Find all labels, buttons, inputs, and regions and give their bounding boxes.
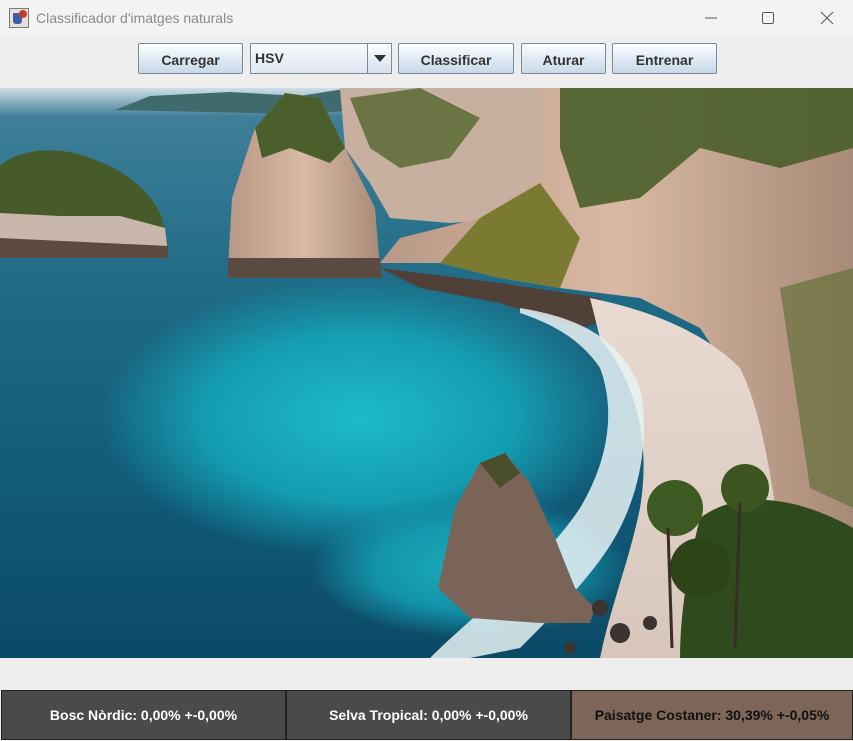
minimize-button[interactable] [688,4,734,32]
stop-button[interactable]: Aturar [521,43,606,74]
dropdown-arrow-button[interactable] [367,44,391,73]
train-button[interactable]: Entrenar [612,43,717,74]
color-space-select[interactable]: HSV [250,43,392,74]
color-space-selected-value: HSV [255,50,284,66]
title-bar: Classificador d'imatges naturals [0,0,853,36]
maximize-icon [762,12,774,24]
close-icon [820,11,834,25]
result-tropical-jungle: Selva Tropical: 0,00% +-0,00% [286,690,571,740]
loaded-image [0,88,853,658]
minimize-icon [705,17,717,19]
coastal-landscape-image [0,88,853,658]
classify-button[interactable]: Classificar [398,43,514,74]
java-app-icon [9,8,29,28]
maximize-button[interactable] [745,4,791,32]
window-title: Classificador d'imatges naturals [36,10,234,26]
chevron-down-icon [373,54,386,62]
result-coastal-landscape: Paisatge Costaner: 30,39% +-0,05% [571,690,853,740]
load-button[interactable]: Carregar [138,43,243,74]
close-button[interactable] [804,4,850,32]
toolbar: Carregar HSV Classificar Aturar Entrenar [0,36,853,88]
result-nordic-forest: Bosc Nòrdic: 0,00% +-0,00% [1,690,286,740]
